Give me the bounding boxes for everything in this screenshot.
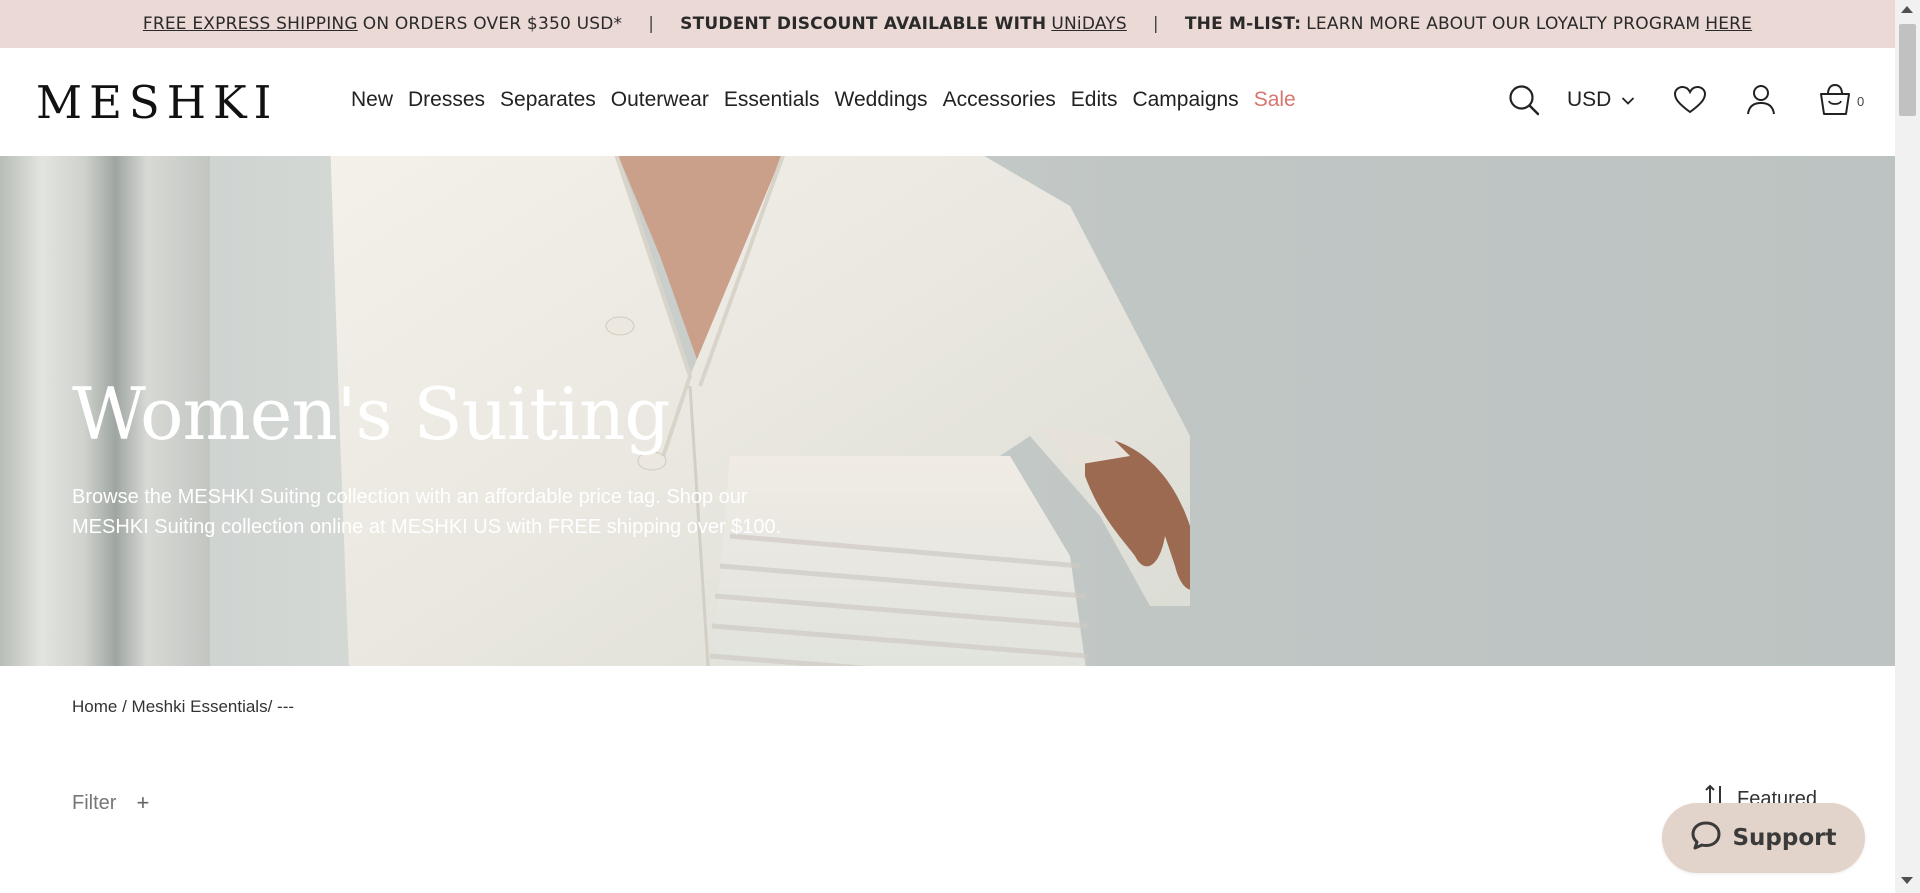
chevron-down-icon <box>1621 88 1635 112</box>
meshki-logo[interactable]: MESHKI <box>36 76 278 129</box>
announcement-bar: FREE EXPRESS SHIPPING ON ORDERS OVER $35… <box>0 0 1895 48</box>
nav-item-outerwear[interactable]: Outerwear <box>611 88 709 112</box>
page-scrollbar[interactable] <box>1895 0 1920 893</box>
nav-item-new[interactable]: New <box>351 88 393 112</box>
student-announcement: STUDENT DISCOUNT AVAILABLE WITH UNiDAYS <box>680 14 1127 34</box>
filter-label: Filter <box>72 791 117 814</box>
nav-item-weddings[interactable]: Weddings <box>835 88 928 112</box>
currency-label: USD <box>1567 88 1612 111</box>
nav-item-essentials[interactable]: Essentials <box>724 88 820 112</box>
search-icon[interactable] <box>1508 84 1540 120</box>
nav-item-dresses[interactable]: Dresses <box>408 88 485 112</box>
announcement-separator: | <box>648 14 655 34</box>
currency-selector[interactable]: USD <box>1567 88 1635 112</box>
breadcrumb-separator: / <box>117 697 132 716</box>
free-shipping-link[interactable]: FREE EXPRESS SHIPPING <box>143 14 358 34</box>
cart-count: 0 <box>1857 94 1865 109</box>
nav-item-edits[interactable]: Edits <box>1071 88 1118 112</box>
breadcrumb-separator: / <box>267 697 278 716</box>
scroll-down-arrow-icon[interactable] <box>1901 877 1913 884</box>
scrollbar-thumb[interactable] <box>1899 24 1916 116</box>
user-icon[interactable] <box>1746 84 1776 120</box>
nav-item-separates[interactable]: Separates <box>500 88 596 112</box>
site-header: MESHKI New Dresses Separates Outerwear E… <box>0 48 1895 156</box>
bag-icon[interactable] <box>1818 83 1852 121</box>
heart-icon[interactable] <box>1673 85 1707 119</box>
shipping-text: ON ORDERS OVER $350 USD* <box>362 14 623 34</box>
announcement-separator: | <box>1152 14 1159 34</box>
hero-description: Browse the MESHKI Suiting collection wit… <box>72 486 782 538</box>
nav-item-campaigns[interactable]: Campaigns <box>1132 88 1238 112</box>
chat-bubble-icon <box>1690 819 1722 857</box>
nav-item-sale[interactable]: Sale <box>1254 88 1296 112</box>
loyalty-here-link[interactable]: HERE <box>1705 14 1752 34</box>
unidays-link[interactable]: UNiDAYS <box>1051 14 1127 34</box>
breadcrumb-current: --- <box>277 697 295 716</box>
breadcrumb-essentials[interactable]: Meshki Essentials <box>132 697 268 717</box>
mlist-label: THE M-LIST: <box>1184 14 1302 34</box>
filter-button[interactable]: Filter + <box>72 790 149 816</box>
nav-item-accessories[interactable]: Accessories <box>943 88 1056 112</box>
main-nav: New Dresses Separates Outerwear Essentia… <box>351 88 1311 112</box>
support-label: Support <box>1732 825 1837 851</box>
shipping-announcement: FREE EXPRESS SHIPPING ON ORDERS OVER $35… <box>143 14 622 34</box>
hero-banner: Women's Suiting Browse the MESHKI Suitin… <box>0 156 1895 666</box>
mlist-announcement: THE M-LIST: LEARN MORE ABOUT OUR LOYALTY… <box>1185 14 1752 34</box>
mlist-text: LEARN MORE ABOUT OUR LOYALTY PROGRAM <box>1306 14 1701 34</box>
student-text: STUDENT DISCOUNT AVAILABLE WITH <box>680 14 1047 34</box>
header-actions: USD 0 <box>1475 48 1895 156</box>
support-button[interactable]: Support <box>1662 803 1865 873</box>
breadcrumb-home[interactable]: Home <box>72 697 117 717</box>
breadcrumb: Home / Meshki Essentials / --- <box>72 697 294 717</box>
plus-icon: + <box>136 790 150 815</box>
page-title: Women's Suiting <box>72 372 670 456</box>
scroll-up-arrow-icon[interactable] <box>1901 6 1913 13</box>
